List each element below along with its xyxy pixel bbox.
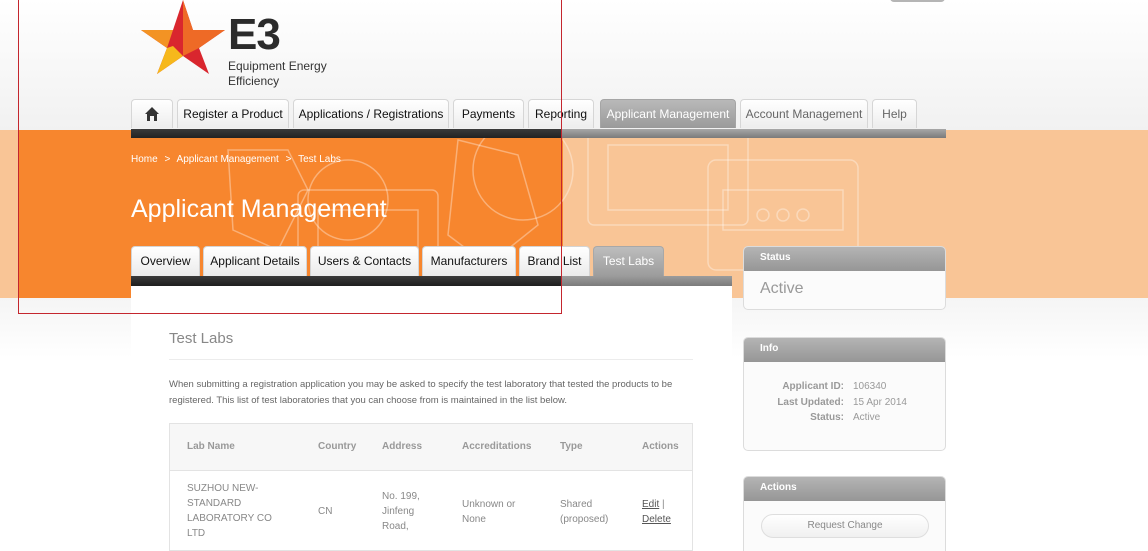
column-header-type[interactable]: Type bbox=[560, 441, 583, 452]
tab-applicant-details[interactable]: Applicant Details bbox=[203, 246, 307, 276]
status-value: Active bbox=[760, 280, 804, 297]
info-box: Info Applicant ID: 106340 Last Updated: … bbox=[743, 337, 946, 451]
subtab-underline-bar bbox=[131, 276, 732, 286]
nav-applications-registrations[interactable]: Applications / Registrations bbox=[293, 99, 449, 128]
column-header-actions: Actions bbox=[642, 441, 679, 452]
nav-register-product[interactable]: Register a Product bbox=[177, 99, 289, 128]
breadcrumb-home[interactable]: Home bbox=[131, 154, 158, 165]
cell-actions: Edit | Delete bbox=[642, 497, 671, 527]
cell-type: Shared (proposed) bbox=[560, 499, 609, 525]
section-heading: Test Labs bbox=[169, 330, 234, 347]
breadcrumb: Home > Applicant Management > Test Labs bbox=[131, 154, 345, 165]
cell-country: CN bbox=[318, 506, 333, 517]
nav-applicant-management[interactable]: Applicant Management bbox=[600, 99, 736, 128]
info-status-value: Active bbox=[853, 412, 881, 423]
column-header-accreditations[interactable]: Accreditations bbox=[462, 441, 531, 452]
tab-overview[interactable]: Overview bbox=[131, 246, 200, 276]
logo-subtitle: Equipment Energy Efficiency bbox=[228, 59, 327, 88]
table-header: Lab Name Country Address Accreditations … bbox=[170, 424, 692, 471]
divider bbox=[169, 359, 693, 360]
nav-help[interactable]: Help bbox=[872, 99, 917, 128]
nav-underline-bar bbox=[131, 129, 946, 138]
applicant-id-label: Applicant ID: bbox=[782, 381, 844, 392]
last-updated-label: Last Updated: bbox=[777, 397, 844, 408]
action-separator: | bbox=[662, 499, 665, 510]
e3-logo[interactable]: E3 Equipment Energy Efficiency bbox=[135, 0, 355, 95]
nav-reporting[interactable]: Reporting bbox=[528, 99, 594, 128]
star-logo-icon bbox=[141, 0, 225, 74]
logo-wordmark: E3 bbox=[228, 10, 281, 59]
nav-payments[interactable]: Payments bbox=[453, 99, 524, 128]
column-header-lab-name[interactable]: Lab Name bbox=[187, 441, 235, 452]
last-updated-value: 15 Apr 2014 bbox=[853, 397, 907, 408]
cell-lab-name: SUZHOU NEW- STANDARD LABORATORY CO LTD bbox=[187, 483, 272, 539]
tab-brand-list[interactable]: Brand List bbox=[519, 246, 590, 276]
actions-box-title: Actions bbox=[744, 477, 945, 501]
tab-users-contacts[interactable]: Users & Contacts bbox=[310, 246, 419, 276]
cell-accreditations: Unknown or None bbox=[462, 499, 516, 525]
tab-manufacturers[interactable]: Manufacturers bbox=[422, 246, 516, 276]
nav-home[interactable] bbox=[131, 99, 173, 128]
applicant-id-value: 106340 bbox=[853, 381, 887, 392]
actions-box: Actions Request Change bbox=[743, 476, 946, 551]
account-tab-button[interactable] bbox=[890, 0, 945, 2]
breadcrumb-separator: > bbox=[164, 154, 171, 165]
nav-account-management[interactable]: Account Management bbox=[740, 99, 868, 128]
delete-link[interactable]: Delete bbox=[642, 514, 671, 525]
info-box-title: Info bbox=[744, 338, 945, 362]
request-change-button[interactable]: Request Change bbox=[761, 514, 929, 538]
info-status-label: Status: bbox=[810, 412, 844, 423]
test-labs-table: Lab Name Country Address Accreditations … bbox=[169, 423, 693, 551]
content-panel: Test Labs When submitting a registration… bbox=[131, 286, 732, 551]
breadcrumb-separator: > bbox=[285, 154, 292, 165]
section-description: When submitting a registration applicati… bbox=[169, 379, 673, 406]
column-header-country[interactable]: Country bbox=[318, 441, 356, 452]
breadcrumb-current: Test Labs bbox=[298, 154, 341, 165]
page-title: Applicant Management bbox=[131, 195, 387, 223]
status-box-title: Status bbox=[744, 247, 945, 271]
edit-link[interactable]: Edit bbox=[642, 499, 659, 510]
column-header-address[interactable]: Address bbox=[382, 441, 422, 452]
home-icon bbox=[145, 107, 159, 121]
tab-test-labs[interactable]: Test Labs bbox=[593, 246, 664, 276]
cell-address: No. 199, Jinfeng Road, bbox=[382, 491, 420, 532]
breadcrumb-applicant-management[interactable]: Applicant Management bbox=[177, 154, 279, 165]
status-box: Status Active bbox=[743, 246, 946, 310]
